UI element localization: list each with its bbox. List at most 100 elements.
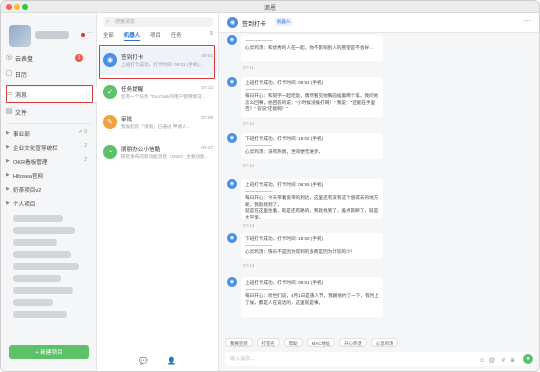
quick-actions: 我要签到 打签名 帮助 MAC地址 开心笑话 心灵鸡汤: [219, 338, 539, 350]
blurred-project[interactable]: [13, 275, 61, 282]
nav-label: 文件: [15, 110, 28, 117]
approval-bot-icon: ✎: [103, 115, 117, 129]
blurred-project[interactable]: [13, 299, 53, 306]
notification-dot: [81, 33, 85, 37]
nav-label: 日历: [15, 72, 28, 79]
message-time: 07-12: [243, 121, 255, 126]
conversation-name: 朋朋办公小信酷: [121, 147, 161, 153]
conversation-name: 任务提醒: [121, 87, 144, 93]
nav-dashboard[interactable]: ◎ 云表盘 1: [1, 51, 97, 65]
message-bubble: 下班打卡成功，打卡时间: 18:00 (手机) ----------------…: [241, 233, 383, 259]
blurred-project[interactable]: [13, 311, 67, 318]
app-window: 滴恩 ··· ◎ 云表盘 1 ▢ 日历 ▭ 消息 ▤ 文件 ▶ 事业部 ✔ 0 …: [0, 0, 540, 372]
conversation-item[interactable]: ✎ 审批 07:09 我发起的「请假」已通过 申请人...: [99, 109, 217, 137]
tab-all[interactable]: 全部: [103, 31, 114, 41]
project-label: 个人项目: [13, 201, 36, 208]
checkin-bot-icon: ◉: [227, 179, 237, 189]
message-input[interactable]: 输入消息... ☺ @ # ⊕ ●: [225, 352, 535, 366]
conversation-preview: 您有一个任务 "DooTask的用户使用情况...: [121, 94, 206, 99]
quick-action-chip[interactable]: 帮助: [283, 338, 303, 347]
blurred-project[interactable]: [13, 227, 75, 234]
tab-robots[interactable]: 机器人: [123, 31, 140, 41]
search-placeholder: 搜索消息: [115, 19, 136, 25]
list-footer: 💬 👤: [97, 357, 218, 369]
emoji-icon[interactable]: ☺: [479, 354, 485, 368]
project-item[interactable]: ▶ Hitosea官网: [1, 169, 97, 182]
task-bot-icon: ✓: [103, 85, 117, 99]
message-time: 07-13: [243, 263, 255, 268]
project-item[interactable]: ▶ 事业部 ✔ 0: [1, 127, 97, 140]
conversation-item[interactable]: ◔ 朋朋办公小信酷 04-27 研究发布的新功能消息（2022）主要功能...: [99, 139, 217, 167]
blurred-project[interactable]: [13, 239, 57, 246]
conversation-list: ⌕ 搜索消息 全部 机器人 项目 任务 ≡ ◉ 签到打卡 09:01 上班打卡成…: [97, 13, 219, 371]
dashboard-badge: 1: [75, 54, 83, 62]
project-item[interactable]: ▶ 奶茶项目v2: [1, 183, 97, 196]
message-time: 07-12: [243, 163, 255, 168]
at-icon[interactable]: @: [489, 354, 495, 368]
chat-panel: ◉ 签到打卡 机器人 ··· ◉ ------------------ 心灵鸡汤…: [219, 13, 539, 371]
message-bubble: ------------------ 心灵鸡汤：和优秀的人在一起，你不影响别人的…: [241, 35, 383, 61]
highlight-box: [99, 45, 215, 79]
input-placeholder: 输入消息...: [230, 356, 255, 362]
message-time: 07-13: [243, 223, 255, 228]
project-count: 2: [84, 143, 87, 149]
project-label: OKR看板管理: [13, 159, 48, 166]
message-bubble: 上班打卡成功，打卡时间: 09:01 (手机) ----------------…: [241, 277, 383, 317]
conversation-item[interactable]: ✓ 任务提醒 07:12 您有一个任务 "DooTask的用户使用情况...: [99, 79, 217, 107]
checkin-bot-icon: ◉: [227, 233, 237, 243]
highlight-box: [6, 85, 93, 103]
calendar-icon: ▢: [5, 70, 13, 77]
quick-action-chip[interactable]: 开心笑话: [339, 338, 367, 347]
voice-send-button[interactable]: ●: [523, 354, 533, 364]
chevron-right-icon: ▶: [6, 186, 10, 192]
conversation-preview: 研究发布的新功能消息（2022）主要功能...: [121, 154, 209, 159]
blurred-project[interactable]: [13, 287, 73, 294]
quick-action-chip[interactable]: 我要签到: [225, 338, 253, 347]
conversation-preview: 我发起的「请假」已通过 申请人...: [121, 124, 191, 129]
assistant-bot-icon: ◔: [103, 145, 117, 159]
checkin-bot-icon: ◉: [227, 77, 237, 87]
contacts-icon[interactable]: 👤: [167, 357, 176, 365]
blurred-project[interactable]: [13, 215, 63, 222]
quick-action-chip[interactable]: 心灵鸡汤: [370, 338, 399, 347]
dashboard-icon: ◎: [5, 54, 13, 61]
menu-icon[interactable]: ≡: [209, 31, 213, 37]
nav-files[interactable]: ▤ 文件: [1, 105, 97, 119]
search-input[interactable]: ⌕ 搜索消息: [103, 17, 213, 27]
user-profile[interactable]: ···: [9, 21, 93, 55]
chevron-right-icon: ▶: [6, 158, 10, 164]
conversation-time: 04-27: [201, 145, 213, 150]
title-bar: 滴恩: [1, 1, 539, 13]
message-bubble: 下班打卡成功，打卡时间: 18:02 (手机) ----------------…: [241, 133, 383, 159]
project-item[interactable]: ▶ OKR看板管理 2: [1, 155, 97, 168]
add-icon[interactable]: ⊕: [510, 354, 515, 368]
message-time: 07-11: [243, 65, 254, 70]
quick-action-chip[interactable]: MAC地址: [306, 338, 336, 347]
tab-projects[interactable]: 项目: [150, 31, 161, 41]
new-project-button[interactable]: + 新建项目: [9, 345, 89, 359]
project-label: 奶茶项目v2: [13, 187, 42, 194]
tab-tasks[interactable]: 任务: [171, 31, 182, 41]
chevron-right-icon: ▶: [6, 130, 10, 136]
checkin-bot-icon: ◉: [227, 277, 237, 287]
project-label: 企业文化宣导统栏: [13, 145, 58, 152]
blurred-project[interactable]: [13, 263, 79, 270]
conversation-time: 07:12: [201, 85, 214, 90]
blurred-project[interactable]: [13, 251, 71, 258]
chevron-right-icon: ▶: [6, 172, 10, 178]
chevron-right-icon: ▶: [6, 200, 10, 206]
user-name-blurred: [35, 31, 69, 39]
project-item[interactable]: ▶ 个人项目: [1, 197, 97, 210]
sidebar: ··· ◎ 云表盘 1 ▢ 日历 ▭ 消息 ▤ 文件 ▶ 事业部 ✔ 0 ▶ 企…: [1, 13, 97, 371]
user-menu-icon[interactable]: ···: [87, 30, 93, 36]
divider: [7, 123, 91, 124]
search-icon: ⌕: [106, 19, 110, 25]
chat-bubble-icon[interactable]: 💬: [139, 357, 148, 365]
checkin-bot-icon: ◉: [227, 35, 237, 45]
quick-action-chip[interactable]: 打签名: [256, 338, 280, 347]
project-item[interactable]: ▶ 企业文化宣导统栏 2: [1, 141, 97, 154]
checkin-bot-icon: ◉: [227, 133, 237, 143]
hashtag-icon[interactable]: #: [502, 354, 505, 368]
more-icon[interactable]: ···: [523, 16, 531, 25]
nav-calendar[interactable]: ▢ 日历: [1, 67, 97, 81]
